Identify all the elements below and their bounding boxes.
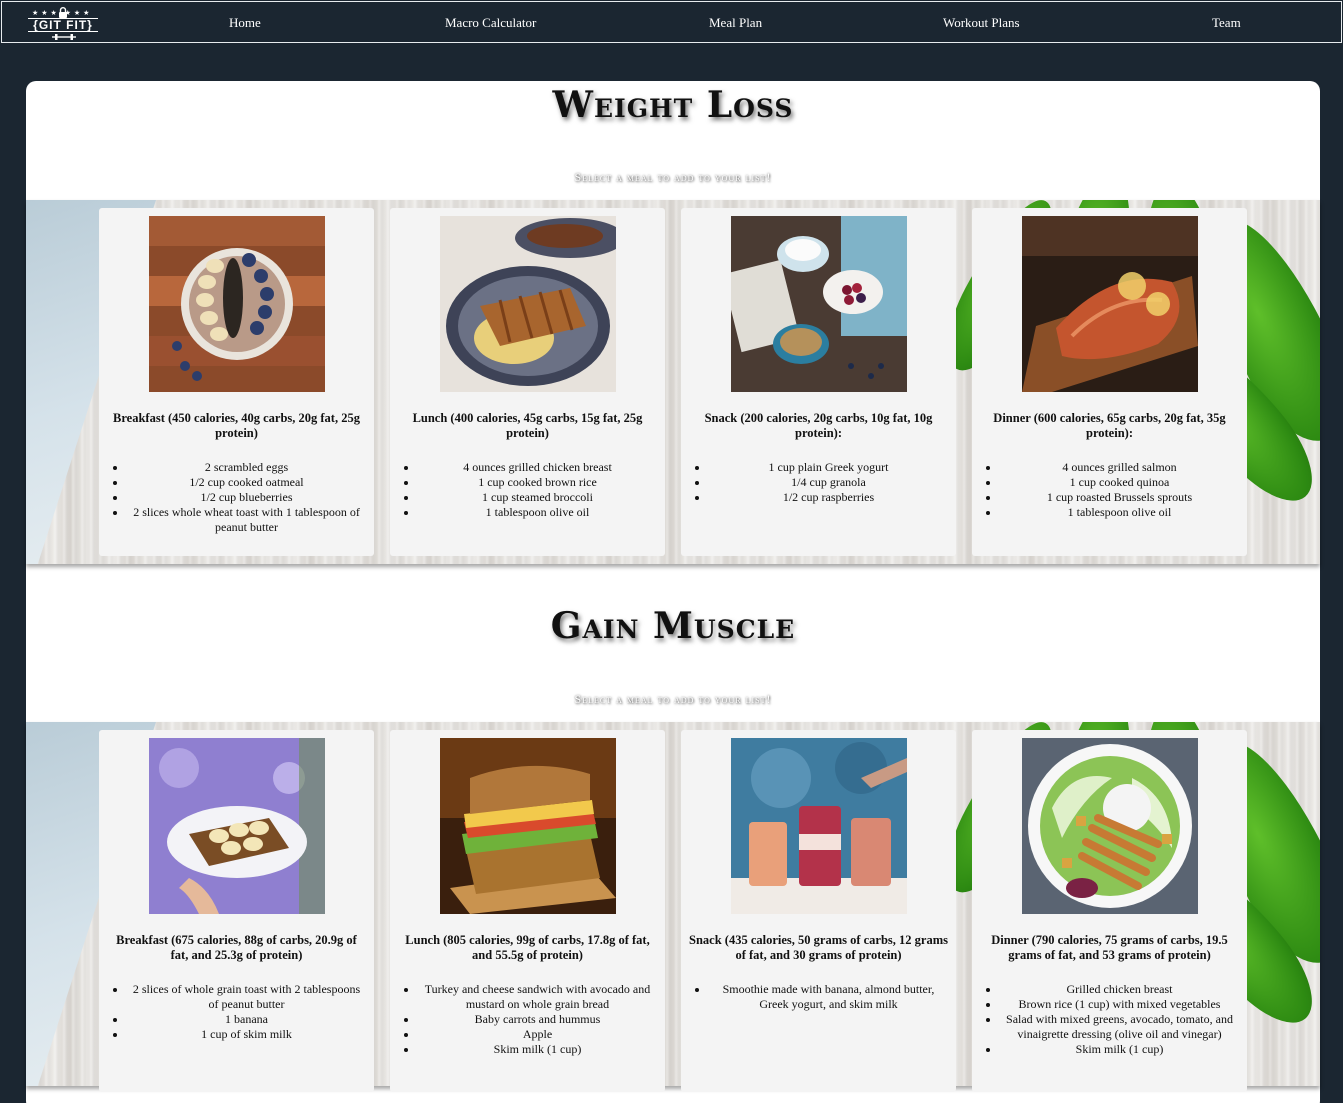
grilled-salmon-image <box>1022 216 1198 392</box>
list-item: Brown rice (1 cup) with mixed vegetables <box>1000 997 1237 1012</box>
list-item: 1 cup cooked brown rice <box>418 475 655 490</box>
list-item: 1 cup plain Greek yogurt <box>709 460 946 475</box>
list-item: 1 tablespoon olive oil <box>1000 505 1237 520</box>
meal-ingredient-list: 4 ounces grilled chicken breast 1 cup co… <box>400 460 655 520</box>
meal-title: Breakfast (675 calories, 88g of carbs, 2… <box>116 933 357 962</box>
list-item: Skim milk (1 cup) <box>1000 1042 1237 1057</box>
meal-ingredient-list: Smoothie made with banana, almond butter… <box>691 982 946 1012</box>
nav-macro-calculator[interactable]: Macro Calculator <box>445 15 536 31</box>
meal-ingredient-list: 1 cup plain Greek yogurt 1/4 cup granola… <box>691 460 946 505</box>
meal-title: Dinner (790 calories, 75 grams of carbs,… <box>991 933 1228 962</box>
meal-title: Lunch (400 calories, 45g carbs, 15g fat,… <box>412 411 643 440</box>
list-item: 1/2 cup raspberries <box>709 490 946 505</box>
meal-ingredient-list: 2 slices of whole grain toast with 2 tab… <box>109 982 364 1042</box>
list-item: 2 slices of whole grain toast with 2 tab… <box>127 982 364 1012</box>
meal-title: Breakfast (450 calories, 40g carbs, 20g … <box>113 411 360 440</box>
list-item: 4 ounces grilled salmon <box>1000 460 1237 475</box>
smoothie-glasses-image <box>731 738 907 914</box>
navbar: ★★★ ★★★ {GIT FIT} Home Macro Calculator … <box>1 1 1342 43</box>
list-item: 1 tablespoon olive oil <box>418 505 655 520</box>
list-item: 1/2 cup blueberries <box>127 490 364 505</box>
list-item: 1 cup cooked quinoa <box>1000 475 1237 490</box>
logo-stars: ★★★ ★★★ <box>32 9 93 17</box>
dumbbell-icon <box>52 34 76 40</box>
meal-card-breakfast[interactable]: Breakfast (675 calories, 88g of carbs, 2… <box>99 730 374 1092</box>
meal-ingredient-list: Turkey and cheese sandwich with avocado … <box>400 982 655 1057</box>
nav-home[interactable]: Home <box>229 15 261 31</box>
section-subtitle: Select a meal to add to your list! <box>574 692 772 706</box>
list-item: 2 scrambled eggs <box>127 460 364 475</box>
meal-title: Snack (200 calories, 20g carbs, 10g fat,… <box>704 411 933 440</box>
meal-ingredient-list: 4 ounces grilled salmon 1 cup cooked qui… <box>982 460 1237 520</box>
yogurt-berries-image <box>731 216 907 392</box>
meal-card-snack[interactable]: Snack (435 calories, 50 grams of carbs, … <box>681 730 956 1092</box>
list-item: Smoothie made with banana, almond butter… <box>709 982 946 1012</box>
list-item: 4 ounces grilled chicken breast <box>418 460 655 475</box>
section-title-gain-muscle: Gain Muscle <box>550 605 796 647</box>
list-item: Skim milk (1 cup) <box>418 1042 655 1057</box>
meal-card-lunch[interactable]: Lunch (805 calories, 99g of carbs, 17.8g… <box>390 730 665 1092</box>
nav-meal-plan[interactable]: Meal Plan <box>709 15 762 31</box>
section-title-weight-loss: Weight Loss <box>552 84 794 126</box>
list-item: 1 banana <box>127 1012 364 1027</box>
banana-toast-image <box>149 738 325 914</box>
logo-text: {GIT FIT} <box>28 18 98 32</box>
section-subtitle: Select a meal to add to your list! <box>574 170 772 184</box>
list-item: Turkey and cheese sandwich with avocado … <box>418 982 655 1012</box>
list-item: 1 cup of skim milk <box>127 1027 364 1042</box>
list-item: 1/2 cup cooked oatmeal <box>127 475 364 490</box>
turkey-sandwich-image <box>440 738 616 914</box>
list-item: Baby carrots and hummus <box>418 1012 655 1027</box>
meal-card-snack[interactable]: Snack (200 calories, 20g carbs, 10g fat,… <box>681 208 956 556</box>
oatmeal-bowl-image <box>149 216 325 392</box>
meal-title: Dinner (600 calories, 65g carbs, 20g fat… <box>993 411 1226 440</box>
nav-team[interactable]: Team <box>1212 15 1241 31</box>
list-item: Salad with mixed greens, avocado, tomato… <box>1000 1012 1237 1042</box>
list-item: 1/4 cup granola <box>709 475 946 490</box>
list-item: 1 cup roasted Brussels sprouts <box>1000 490 1237 505</box>
meal-ingredient-list: 2 scrambled eggs 1/2 cup cooked oatmeal … <box>109 460 364 535</box>
grilled-chicken-plate-image <box>440 216 616 392</box>
list-item: 1 cup steamed broccoli <box>418 490 655 505</box>
meal-ingredient-list: Grilled chicken breast Brown rice (1 cup… <box>982 982 1237 1057</box>
list-item: Apple <box>418 1027 655 1042</box>
nav-workout-plans[interactable]: Workout Plans <box>943 15 1020 31</box>
gitfit-logo[interactable]: ★★★ ★★★ {GIT FIT} <box>28 7 98 41</box>
list-item: Grilled chicken breast <box>1000 982 1237 997</box>
meal-card-dinner[interactable]: Dinner (790 calories, 75 grams of carbs,… <box>972 730 1247 1092</box>
meal-card-dinner[interactable]: Dinner (600 calories, 65g carbs, 20g fat… <box>972 208 1247 556</box>
list-item: 2 slices whole wheat toast with 1 tables… <box>127 505 364 535</box>
chicken-salad-image <box>1022 738 1198 914</box>
meal-title: Snack (435 calories, 50 grams of carbs, … <box>689 933 948 962</box>
meal-card-lunch[interactable]: Lunch (400 calories, 45g carbs, 15g fat,… <box>390 208 665 556</box>
meal-plan-panel: Weight Loss Select a meal to add to your… <box>26 81 1320 1103</box>
meal-title: Lunch (805 calories, 99g of carbs, 17.8g… <box>405 933 650 962</box>
meal-card-breakfast[interactable]: Breakfast (450 calories, 40g carbs, 20g … <box>99 208 374 556</box>
